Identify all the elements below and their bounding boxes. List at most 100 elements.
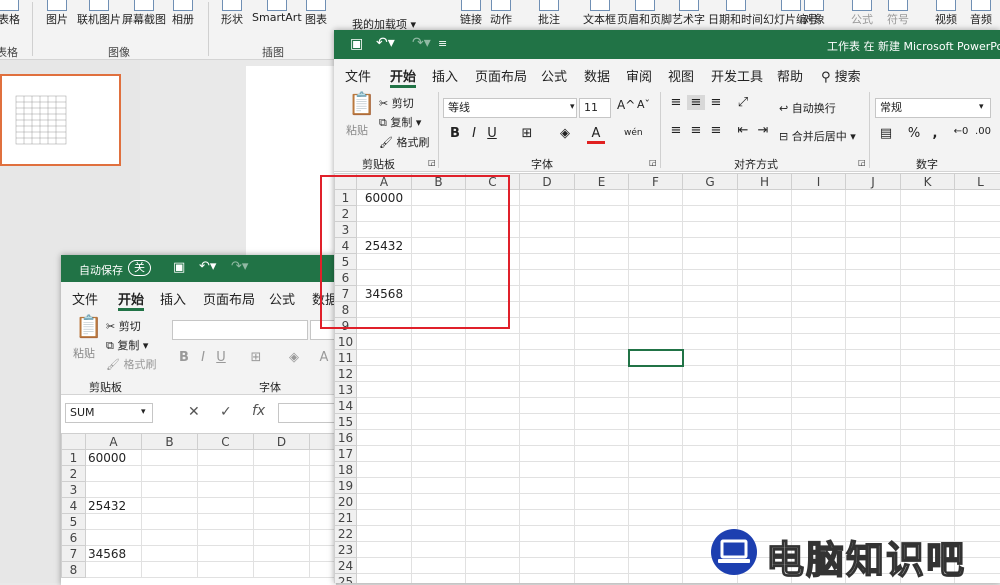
column-header[interactable]: C (198, 434, 254, 450)
cell[interactable] (357, 414, 412, 430)
cell[interactable] (142, 546, 198, 562)
qat-customize-icon[interactable]: ≡ (438, 37, 447, 50)
cell[interactable] (792, 382, 846, 398)
cell[interactable] (901, 190, 955, 206)
cell[interactable] (575, 222, 629, 238)
font-color-icon[interactable]: A (315, 350, 333, 365)
row-header[interactable]: 23 (335, 542, 357, 558)
confirm-formula-icon[interactable]: ✓ (220, 404, 232, 420)
cell[interactable] (955, 254, 1000, 270)
align-top-icon[interactable]: ≡ (667, 95, 685, 110)
cell[interactable] (575, 574, 629, 584)
cell[interactable] (412, 350, 466, 366)
font-name-box[interactable] (172, 320, 308, 340)
cell[interactable] (629, 462, 683, 478)
font-launcher-icon[interactable]: ◲ (649, 158, 657, 167)
cell[interactable] (955, 382, 1000, 398)
cell[interactable] (901, 510, 955, 526)
cell[interactable] (683, 222, 738, 238)
cell[interactable] (846, 206, 901, 222)
cell[interactable] (520, 254, 575, 270)
cell[interactable] (738, 190, 792, 206)
cell[interactable] (738, 510, 792, 526)
cell[interactable] (955, 446, 1000, 462)
cell[interactable] (738, 270, 792, 286)
column-header[interactable]: D (520, 174, 575, 190)
cell[interactable] (520, 526, 575, 542)
cell[interactable] (86, 466, 142, 482)
cell[interactable] (357, 462, 412, 478)
cell[interactable] (683, 414, 738, 430)
cell[interactable] (412, 382, 466, 398)
cell[interactable] (412, 558, 466, 574)
cell[interactable] (520, 558, 575, 574)
cell[interactable] (254, 530, 310, 546)
cell[interactable] (520, 334, 575, 350)
cell[interactable] (357, 494, 412, 510)
cell[interactable] (575, 190, 629, 206)
cut-button[interactable]: ✂ 剪切 (106, 318, 141, 334)
cell[interactable] (629, 574, 683, 584)
number-format-dropdown-icon[interactable]: ▾ (979, 102, 984, 112)
paste-button[interactable]: 粘贴 (73, 345, 95, 361)
row-header[interactable]: 2 (62, 466, 86, 482)
row-header[interactable]: 7 (62, 546, 86, 562)
align-middle-icon[interactable]: ≡ (687, 95, 705, 110)
cell[interactable] (629, 382, 683, 398)
cell[interactable] (254, 498, 310, 514)
row-header[interactable]: 25 (335, 574, 357, 584)
cell[interactable] (629, 478, 683, 494)
cell[interactable] (254, 482, 310, 498)
cell[interactable] (846, 414, 901, 430)
row-header[interactable]: 11 (335, 350, 357, 366)
cell[interactable] (520, 510, 575, 526)
cell[interactable] (357, 526, 412, 542)
cell[interactable] (792, 270, 846, 286)
cell[interactable] (901, 238, 955, 254)
cell[interactable] (738, 302, 792, 318)
cell[interactable] (412, 398, 466, 414)
row-header[interactable]: 4 (62, 498, 86, 514)
cell[interactable] (629, 558, 683, 574)
cell[interactable] (575, 558, 629, 574)
cell[interactable] (142, 530, 198, 546)
cell[interactable] (575, 270, 629, 286)
cell[interactable] (357, 430, 412, 446)
select-all-corner[interactable] (62, 434, 86, 450)
cell[interactable] (466, 542, 520, 558)
cell[interactable] (792, 510, 846, 526)
cell[interactable] (629, 446, 683, 462)
cell[interactable] (955, 318, 1000, 334)
column-header[interactable]: J (846, 174, 901, 190)
cell[interactable] (901, 302, 955, 318)
cell[interactable] (846, 494, 901, 510)
cell[interactable] (198, 466, 254, 482)
cell[interactable] (629, 270, 683, 286)
cell[interactable] (466, 510, 520, 526)
cell[interactable] (846, 478, 901, 494)
cell[interactable] (629, 222, 683, 238)
cell[interactable] (738, 494, 792, 510)
cell[interactable] (575, 238, 629, 254)
cell[interactable] (310, 514, 337, 530)
cell[interactable] (683, 494, 738, 510)
align-center-icon[interactable]: ≡ (687, 123, 705, 138)
ppt-online-picture-button[interactable]: 联机图片 (77, 0, 121, 27)
tab-view[interactable]: 视图 (668, 66, 694, 85)
undo-icon[interactable]: ↶▾ (199, 259, 216, 274)
cell[interactable] (520, 206, 575, 222)
cell[interactable] (629, 302, 683, 318)
cell[interactable] (466, 558, 520, 574)
font-name-dropdown-icon[interactable]: ▾ (570, 102, 575, 112)
cell[interactable] (955, 206, 1000, 222)
cell[interactable] (412, 334, 466, 350)
cell[interactable] (955, 350, 1000, 366)
row-header[interactable]: 24 (335, 558, 357, 574)
row-header[interactable]: 19 (335, 478, 357, 494)
cell[interactable] (520, 222, 575, 238)
cell[interactable] (520, 414, 575, 430)
column-header[interactable]: B (142, 434, 198, 450)
cell[interactable] (792, 494, 846, 510)
wrap-text-button[interactable]: ↩ 自动换行 (779, 100, 836, 116)
cell[interactable] (310, 498, 337, 514)
